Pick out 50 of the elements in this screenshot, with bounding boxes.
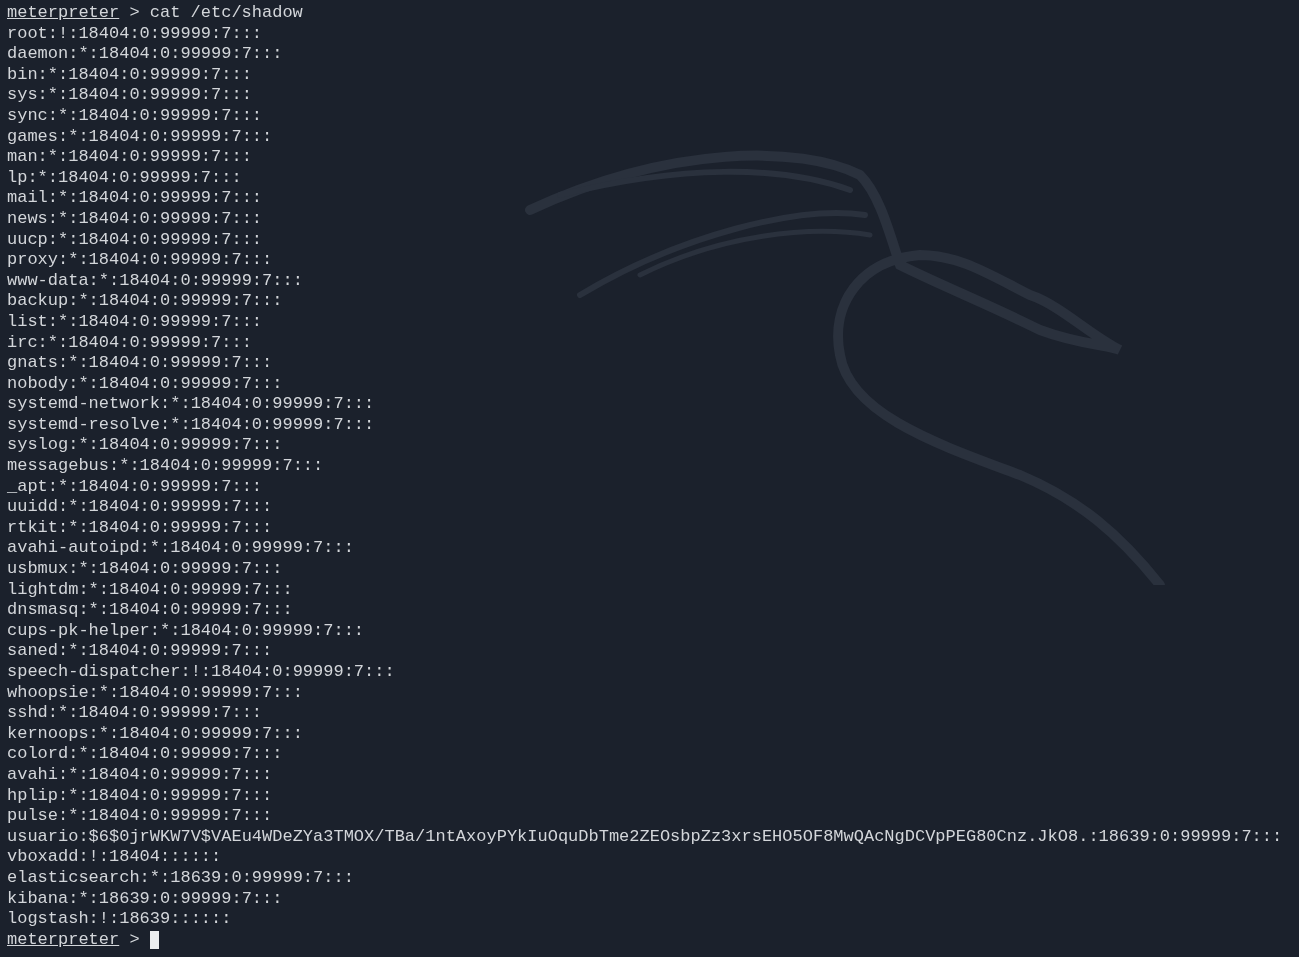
output-line: dnsmasq:*:18404:0:99999:7:::	[7, 600, 293, 621]
output-line: lp:*:18404:0:99999:7:::	[7, 167, 242, 189]
output-line: news:*:18404:0:99999:7:::	[7, 208, 263, 230]
prompt-user: meterpreter	[7, 3, 120, 24]
output-line: syslog:*:18404:0:99999:7:::	[7, 435, 283, 457]
output-line: uuidd:*:18404:0:99999:7:::	[7, 497, 273, 518]
output-line: whoopsie:*:18404:0:99999:7:::	[7, 682, 303, 704]
output-line: bin:*:18404:0:99999:7:::	[7, 64, 252, 86]
output-line: nobody:*:18404:0:99999:7:::	[7, 373, 283, 395]
output-line: irc:*:18404:0:99999:7:::	[7, 332, 252, 354]
output-line: elasticsearch:*:18639:0:99999:7:::	[7, 867, 354, 889]
output-line: kernoops:*:18404:0:99999:7:::	[7, 723, 303, 745]
output-line: usuario:$6$0jrWKW7V$VAEu4WDeZYa3TMOX/TBa/1ntAxoyPYkIuOquDbTme2ZEOsbpZz3xrsEHO5OF8MwQAcNgDCVpPEG80Cnz.JkO8.:18639:0:99999:7:::	[7, 826, 1283, 848]
output-line: backup:*:18404:0:99999:7:::	[7, 291, 283, 312]
output-line: saned:*:18404:0:99999:7:::	[7, 641, 273, 662]
output-line: speech-dispatcher:!:18404:0:99999:7:::	[7, 662, 395, 683]
prompt-symbol: >	[129, 929, 140, 951]
output-line: sync:*:18404:0:99999:7:::	[7, 105, 263, 127]
output-line: root:!:18404:0:99999:7:::	[7, 23, 263, 45]
prompt-user: meterpreter	[7, 929, 120, 951]
output-line: usbmux:*:18404:0:99999:7:::	[7, 559, 283, 580]
output-line: systemd-network:*:18404:0:99999:7:::	[7, 394, 375, 415]
prompt-symbol: >	[129, 3, 140, 24]
output-line: proxy:*:18404:0:99999:7:::	[7, 250, 273, 271]
output-line: colord:*:18404:0:99999:7:::	[7, 744, 283, 765]
output-line: logstash:!:18639::::::	[7, 909, 232, 930]
output-line: uucp:*:18404:0:99999:7:::	[7, 229, 263, 251]
output-line: hplip:*:18404:0:99999:7:::	[7, 785, 273, 807]
output-line: messagebus:*:18404:0:99999:7:::	[7, 456, 324, 477]
output-line: man:*:18404:0:99999:7:::	[7, 147, 252, 168]
output-line: kibana:*:18639:0:99999:7:::	[7, 888, 283, 910]
text-cursor	[149, 931, 159, 949]
output-line: systemd-resolve:*:18404:0:99999:7:::	[7, 414, 375, 436]
command-text: cat /etc/shadow	[149, 3, 303, 24]
output-line: avahi:*:18404:0:99999:7:::	[7, 764, 273, 786]
output-line: _apt:*:18404:0:99999:7:::	[7, 476, 263, 498]
output-line: avahi-autoipd:*:18404:0:99999:7:::	[7, 538, 354, 560]
output-line: sshd:*:18404:0:99999:7:::	[7, 703, 263, 724]
output-line: games:*:18404:0:99999:7:::	[7, 126, 273, 148]
output-line: list:*:18404:0:99999:7:::	[7, 311, 263, 333]
output-line: mail:*:18404:0:99999:7:::	[7, 188, 263, 209]
output-line: gnats:*:18404:0:99999:7:::	[7, 353, 273, 374]
output-line: rtkit:*:18404:0:99999:7:::	[7, 517, 273, 539]
output-line: lightdm:*:18404:0:99999:7:::	[7, 579, 293, 601]
output-line: www-data:*:18404:0:99999:7:::	[7, 270, 303, 292]
output-line: vboxadd:!:18404::::::	[7, 847, 222, 868]
output-line: pulse:*:18404:0:99999:7:::	[7, 806, 273, 827]
output-line: sys:*:18404:0:99999:7:::	[7, 85, 252, 106]
output-line: daemon:*:18404:0:99999:7:::	[7, 44, 283, 65]
output-line: cups-pk-helper:*:18404:0:99999:7:::	[7, 620, 365, 642]
